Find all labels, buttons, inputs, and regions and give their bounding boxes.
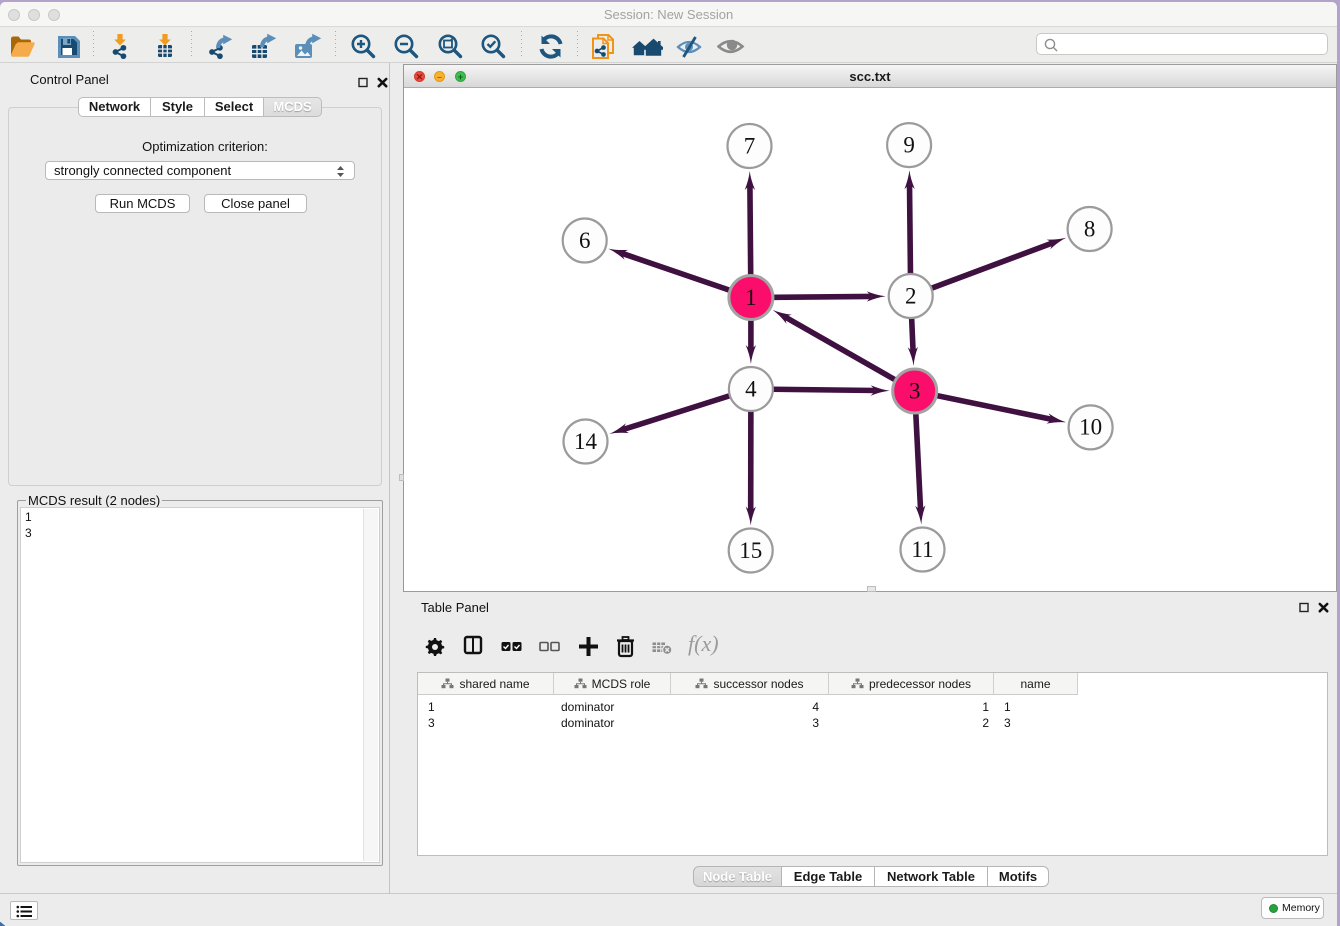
svg-text:10: 10	[1079, 415, 1102, 440]
svg-text:11: 11	[911, 537, 933, 562]
svg-text:f(x): f(x)	[688, 633, 719, 656]
svg-text:1: 1	[745, 285, 757, 310]
svg-text:6: 6	[579, 228, 591, 253]
svg-text:9: 9	[903, 132, 915, 157]
svg-text:8: 8	[1084, 216, 1096, 241]
svg-text:4: 4	[745, 376, 757, 401]
svg-text:15: 15	[739, 538, 762, 563]
svg-text:3: 3	[909, 378, 921, 403]
svg-text:2: 2	[905, 283, 917, 308]
svg-text:14: 14	[574, 429, 598, 454]
svg-text:7: 7	[744, 133, 756, 158]
